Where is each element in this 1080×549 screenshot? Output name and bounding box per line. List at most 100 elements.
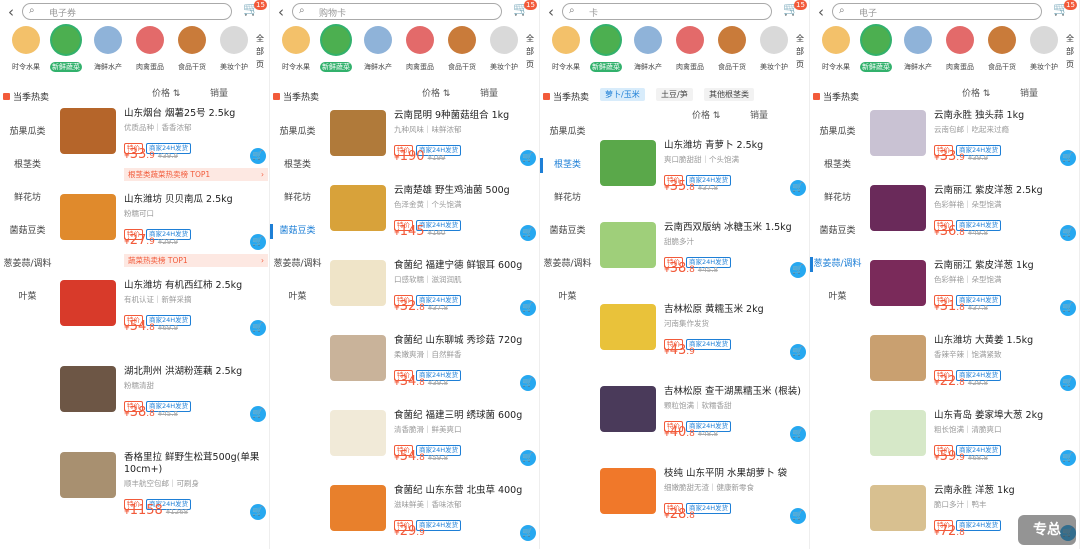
price-int: 35 [669,179,687,194]
back-arrow-icon[interactable]: ‹ [818,3,824,21]
sidebar-item[interactable]: 茄果瓜类 [810,116,865,149]
sidebar-item[interactable]: 葱姜蒜/调料 [270,248,325,281]
product-desc: 优质品种｜香香浓郁 [124,123,192,132]
back-arrow-icon[interactable]: ‹ [278,3,284,21]
category-sidebar: 当季热卖 茄果瓜类 根茎类 鲜花坊 菌菇豆类 葱姜蒜/调料 叶菜 [810,86,865,549]
sidebar-item[interactable]: 茄果瓜类 [270,116,325,149]
add-to-cart-button[interactable]: 🛒 [1060,225,1076,241]
add-to-cart-button[interactable]: 🛒 [520,300,536,316]
product-image [870,485,926,531]
sidebar-item[interactable]: 鲜花坊 [810,182,865,215]
price-int: 33 [939,149,957,164]
original-price: ¥39.9 [157,152,178,160]
search-query: 卡 [589,9,599,19]
original-price: ¥29.8 [967,379,988,387]
product-price: ¥32.8 ¥37.8 [394,299,448,314]
product-tags: 特价 商家24H发货 [124,135,194,154]
price-int: 72 [939,524,957,539]
back-arrow-icon[interactable]: ‹ [8,3,14,21]
sidebar-item[interactable]: 叶菜 [810,281,865,314]
sidebar-item[interactable]: 根茎类 [0,149,55,182]
sidebar-item[interactable]: 根茎类 [810,149,865,182]
original-price: ¥45.8 [697,266,718,274]
product-name: 云南永胜 独头蒜 1kg [934,110,1025,121]
add-to-cart-button[interactable]: 🛒 [1060,300,1076,316]
sidebar-item[interactable]: 根茎类 [540,149,595,182]
sidebar-item[interactable]: 叶菜 [0,281,55,314]
sidebar-item[interactable]: 葱姜蒜/调料 [810,248,865,281]
product-tags: 特价 商家24H发货 [664,495,734,514]
subcategory-chip[interactable]: 其他根茎类 [704,88,754,101]
back-arrow-icon[interactable]: ‹ [548,3,554,21]
product-image [60,452,116,498]
promo-banner[interactable]: 蔬菜热卖榜 TOP1 › [124,254,268,267]
add-to-cart-button[interactable]: 🛒 [250,320,266,336]
app-panel: ‹ ⌕ 购物卡 🛒 15 时令水果 新鲜蔬菜 海鲜水产 肉禽蛋品 食品干货 美妆个护 全部页 当季热卖茄… [270,0,540,549]
add-to-cart-button[interactable]: 🛒 [1060,375,1076,391]
product-desc: 清香脆滑｜鲜美爽口 [394,425,462,434]
sidebar-item[interactable]: 鲜花坊 [0,182,55,215]
promo-banner[interactable]: 根茎类蔬菜热卖榜 TOP1 › [124,168,268,181]
sidebar-item[interactable]: 茄果瓜类 [540,116,595,149]
add-to-cart-button[interactable]: 🛒 [790,262,806,278]
original-price: ¥29.9 [157,238,178,246]
add-to-cart-button[interactable]: 🛒 [520,225,536,241]
sidebar-item[interactable]: 葱姜蒜/调料 [0,248,55,281]
chevron-right-icon: › [261,170,264,179]
add-to-cart-button[interactable]: 🛒 [1060,150,1076,166]
sidebar-item[interactable]: 菌菇豆类 [540,215,595,248]
product-price: ¥27.9 ¥29.9 [124,233,178,248]
product-list: 云南永胜 独头蒜 1kg 云南包邮｜吃起来过瘾 特价 商家24H发货 ¥33.9 ¥39.… [870,0,1079,549]
sidebar-item[interactable]: 菌菇豆类 [810,215,865,248]
sidebar-item[interactable]: 菌菇豆类 [0,215,55,248]
sidebar-item[interactable]: 根茎类 [270,149,325,182]
add-to-cart-button[interactable]: 🛒 [1060,450,1076,466]
product-desc: 爽口脆甜甜｜个头饱满 [664,155,739,164]
product-name: 吉林松原 黄糯玉米 2kg [664,304,764,315]
original-price: ¥69.9 [157,324,178,332]
add-to-cart-button[interactable]: 🛒 [520,150,536,166]
add-to-cart-button[interactable]: 🛒 [790,426,806,442]
category-0[interactable]: 时令水果 [276,26,316,73]
sidebar-item[interactable]: 鲜花坊 [270,182,325,215]
subcategory-chip[interactable]: 萝卜/玉米 [600,88,645,101]
add-to-cart-button[interactable]: 🛒 [790,508,806,524]
category-sidebar: 当季热卖 茄果瓜类 根茎类 鲜花坊 菌菇豆类 葱姜蒜/调料 叶菜 [540,86,595,549]
product-image [330,335,386,381]
add-to-cart-button[interactable]: 🛒 [250,148,266,164]
add-to-cart-button[interactable]: 🛒 [250,234,266,250]
category-0[interactable]: 时令水果 [816,26,856,73]
product-desc: 顺丰航空包邮｜可刷身 [124,479,199,488]
category-0[interactable]: 时令水果 [546,26,586,73]
add-to-cart-button[interactable]: 🛒 [790,344,806,360]
subcategory-chip[interactable]: 土豆/笋 [656,88,693,101]
add-to-cart-button[interactable]: 🛒 [520,525,536,541]
product-tags: 特价 商家24H发货 [124,307,194,326]
product-image [600,468,656,514]
product-desc: 粉糯清甜 [124,381,154,390]
sidebar-item[interactable]: 叶菜 [540,281,595,314]
add-to-cart-button[interactable]: 🛒 [250,504,266,520]
original-price: ¥37.8 [427,304,448,312]
sidebar-item[interactable]: 叶菜 [270,281,325,314]
product-price: ¥36.8 ¥49.8 [934,224,988,239]
product-price: ¥31.8 ¥37.8 [934,299,988,314]
price-dec: .8 [956,228,965,238]
price-int: 38 [129,405,147,420]
sidebar-item[interactable]: 鲜花坊 [540,182,595,215]
add-to-cart-button[interactable]: 🛒 [250,406,266,422]
sidebar-title-text: 当季热卖 [13,92,50,103]
sidebar-item[interactable]: 葱姜蒜/调料 [540,248,595,281]
product-name: 云南永胜 洋葱 1kg [934,485,1015,496]
add-to-cart-button[interactable]: 🛒 [520,375,536,391]
product-desc: 颗粒饱满｜软糯香甜 [664,401,732,410]
app-panel: ‹ ⌕ 电子券 🛒 15 时令水果 新鲜蔬菜 海鲜水产 肉禽蛋品 食品干货 美妆个护 全部页 当季热卖茄… [0,0,270,549]
add-to-cart-button[interactable]: 🛒 [520,450,536,466]
add-to-cart-button[interactable]: 🛒 [790,180,806,196]
sidebar-item[interactable]: 茄果瓜类 [0,116,55,149]
product-tags: 特价 商家24H发货 [934,512,1004,531]
product-image [870,185,926,231]
sidebar-item[interactable]: 菌菇豆类 [270,215,325,248]
category-0[interactable]: 时令水果 [6,26,46,73]
